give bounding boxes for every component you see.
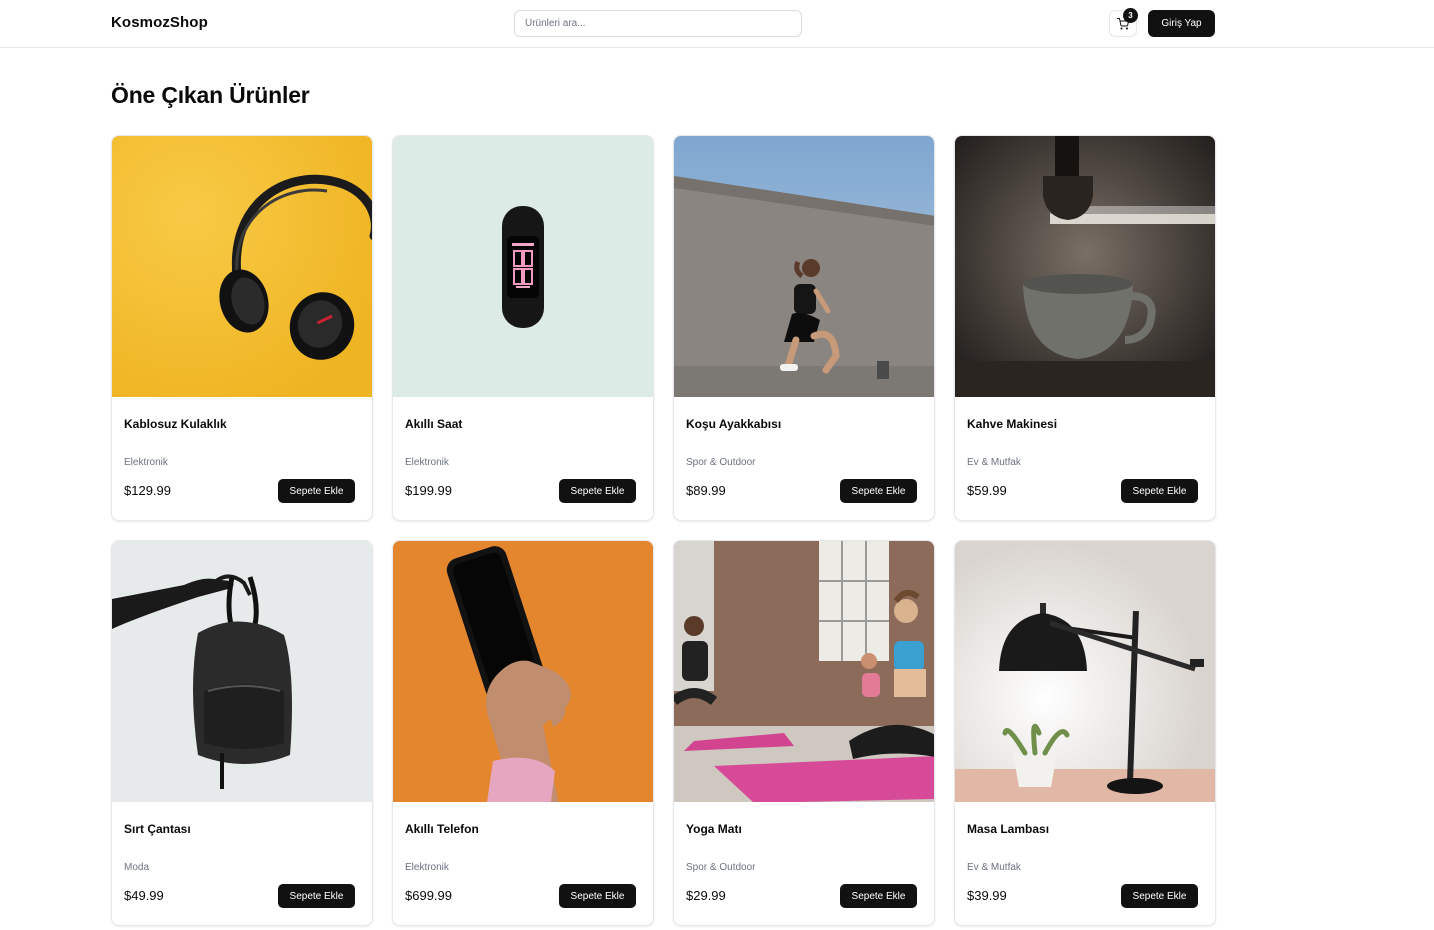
search-input[interactable] [514,10,802,37]
product-price: $29.99 [686,888,726,903]
product-card[interactable]: Sırt Çantası Moda $49.99 Sepete Ekle [111,540,373,926]
product-name[interactable]: Sırt Çantası [124,822,191,836]
product-card[interactable]: Kahve Makinesi Ev & Mutfak $59.99 Sepete… [954,135,1216,521]
add-to-cart-button[interactable]: Sepete Ekle [1121,479,1198,503]
product-price: $59.99 [967,483,1007,498]
add-to-cart-button[interactable]: Sepete Ekle [1121,884,1198,908]
product-image-coffee-machine[interactable] [955,136,1215,397]
add-to-cart-button[interactable]: Sepete Ekle [559,884,636,908]
product-image-running-shoes[interactable] [674,136,934,397]
product-image-yoga-mat[interactable] [674,541,934,802]
product-image-backpack[interactable] [112,541,372,802]
add-to-cart-button[interactable]: Sepete Ekle [840,479,917,503]
product-name[interactable]: Masa Lambası [967,822,1049,836]
product-name[interactable]: Kahve Makinesi [967,417,1057,431]
top-navbar: KosmozShop 3 Giriş Yap [0,0,1434,48]
product-name[interactable]: Koşu Ayakkabısı [686,417,781,431]
product-category: Elektronik [405,862,449,873]
product-card[interactable]: Kablosuz Kulaklık Elektronik $129.99 Sep… [111,135,373,521]
product-name[interactable]: Akıllı Telefon [405,822,479,836]
product-card[interactable]: Masa Lambası Ev & Mutfak $39.99 Sepete E… [954,540,1216,926]
add-to-cart-button[interactable]: Sepete Ekle [278,884,355,908]
login-button[interactable]: Giriş Yap [1148,10,1215,37]
product-name[interactable]: Yoga Matı [686,822,742,836]
product-image-smartwatch[interactable] [393,136,653,397]
product-card[interactable]: Akıllı Saat Elektronik $199.99 Sepete Ek… [392,135,654,521]
cart-count-badge: 3 [1123,8,1138,23]
product-price: $39.99 [967,888,1007,903]
product-image-smartphone[interactable] [393,541,653,802]
product-price: $699.99 [405,888,452,903]
product-card[interactable]: Akıllı Telefon Elektronik $699.99 Sepete… [392,540,654,926]
product-category: Elektronik [124,457,168,468]
product-category: Ev & Mutfak [967,457,1021,468]
product-card[interactable]: Yoga Matı Spor & Outdoor $29.99 Sepete E… [673,540,935,926]
product-category: Ev & Mutfak [967,862,1021,873]
product-price: $49.99 [124,888,164,903]
product-image-headphones[interactable] [112,136,372,397]
product-name[interactable]: Akıllı Saat [405,417,462,431]
product-price: $129.99 [124,483,171,498]
page-title: Öne Çıkan Ürünler [111,82,310,108]
product-grid: Kablosuz Kulaklık Elektronik $129.99 Sep… [111,135,1216,926]
product-image-desk-lamp[interactable] [955,541,1215,802]
product-price: $199.99 [405,483,452,498]
product-name[interactable]: Kablosuz Kulaklık [124,417,227,431]
add-to-cart-button[interactable]: Sepete Ekle [559,479,636,503]
product-price: $89.99 [686,483,726,498]
site-logo[interactable]: KosmozShop [111,14,208,31]
add-to-cart-button[interactable]: Sepete Ekle [840,884,917,908]
product-category: Spor & Outdoor [686,862,756,873]
add-to-cart-button[interactable]: Sepete Ekle [278,479,355,503]
product-category: Elektronik [405,457,449,468]
product-category: Moda [124,862,150,873]
product-card[interactable]: Koşu Ayakkabısı Spor & Outdoor $89.99 Se… [673,135,935,521]
product-category: Spor & Outdoor [686,457,756,468]
